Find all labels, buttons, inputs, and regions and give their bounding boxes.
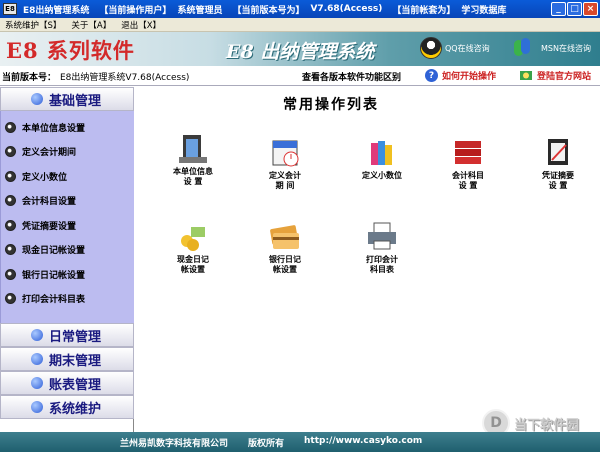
qq-consult-link[interactable]: QQ在线咨询 <box>420 37 490 59</box>
op-cash-journal[interactable]: 现金日记 帐设置 <box>157 219 229 275</box>
current-user: 系统管理员 <box>177 5 223 16</box>
msn-people-icon <box>514 37 538 59</box>
section-bullet-icon <box>31 329 43 341</box>
sidebar-item-decimal-places[interactable]: 定义小数位 <box>1 164 134 189</box>
sidebar-item-company-info[interactable]: 本单位信息设置 <box>1 115 134 140</box>
op-bank-journal[interactable]: 银行日记 帐设置 <box>249 219 321 275</box>
main-title: 常用操作列表 <box>283 97 379 113</box>
how-to-start-label: 如何开始操作 <box>442 72 497 82</box>
msn-consult-link[interactable]: MSN在线咨询 <box>514 37 591 59</box>
account-value: 学习数据库 <box>461 5 507 16</box>
bank-card-icon <box>270 225 299 249</box>
section-bullet-icon <box>31 401 43 413</box>
version-bar: 当前版本号： E8出纳管理系统V7.68(Access) 查看各版本软件功能区别… <box>0 66 600 86</box>
sidebar-section-reports[interactable]: 账表管理 <box>0 371 134 395</box>
op-voucher-summary[interactable]: 凭证摘要 设 置 <box>522 135 594 191</box>
footer-url[interactable]: http://www.casyko.com <box>304 436 422 446</box>
msn-consult-label: MSN在线咨询 <box>541 43 591 53</box>
calendar-icon <box>272 140 299 167</box>
app-icon: E8 <box>3 3 17 15</box>
sidebar-section-daily[interactable]: 日常管理 <box>0 323 134 347</box>
product-title: E8 出纳管理系统 <box>226 41 375 63</box>
section-bullet-icon <box>31 353 43 365</box>
voucher-icon <box>548 139 568 165</box>
version-label: 【当前版本号为】 <box>232 5 305 16</box>
sidebar-basic-panel: 本单位信息设置 定义会计期间 定义小数位 会计科目设置 凭证摘要设置 现金日记帐… <box>0 111 134 323</box>
globe-icon <box>520 71 532 80</box>
footer: 兰州易凯数字科技有限公司 版权所有 http://www.casyko.com <box>0 432 600 452</box>
menu-system-maintenance[interactable]: 系统维护【S】 <box>0 19 66 31</box>
current-version-label: 当前版本号： <box>2 73 57 83</box>
version-compare-link[interactable]: 查看各版本软件功能区别 <box>302 70 401 83</box>
sidebar-section-maintenance[interactable]: 系统维护 <box>0 395 134 419</box>
radio-bullet-icon <box>5 195 16 207</box>
sidebar-item-accounting-period[interactable]: 定义会计期间 <box>1 140 134 165</box>
official-site-label: 登陆官方网站 <box>537 72 592 82</box>
section-bullet-icon <box>31 93 43 105</box>
main-panel: 常用操作列表 本单位信息 设 置 定义会计 期 间 定义小数位 会计科目 设 置… <box>135 87 600 432</box>
current-user-label: 【当前操作用户】 <box>99 5 172 16</box>
sidebar-section-period-end[interactable]: 期末管理 <box>0 347 134 371</box>
minimize-button[interactable]: _ <box>551 2 566 16</box>
ledger-icon <box>455 141 481 164</box>
radio-bullet-icon <box>5 268 16 280</box>
sidebar-item-voucher-summary[interactable]: 凭证摘要设置 <box>1 213 134 238</box>
menu-about[interactable]: 关于【A】 <box>66 19 116 31</box>
op-company-info[interactable]: 本单位信息 设 置 <box>157 131 229 187</box>
window-title: E8出纳管理系统 <box>23 5 90 16</box>
section-bullet-icon <box>31 377 43 389</box>
op-accounting-period[interactable]: 定义会计 期 间 <box>249 135 321 191</box>
menu-bar: 系统维护【S】 关于【A】 退出【X】 <box>0 18 600 32</box>
how-to-start-link[interactable]: ? 如何开始操作 <box>425 69 496 82</box>
sidebar-item-print-subjects[interactable]: 打印会计科目表 <box>1 287 134 312</box>
menu-exit[interactable]: 退出【X】 <box>116 19 166 31</box>
op-decimal-places[interactable]: 定义小数位 <box>346 135 418 181</box>
official-site-link[interactable]: 登陆官方网站 <box>519 69 591 82</box>
company-info-icon <box>179 135 207 163</box>
radio-bullet-icon <box>5 244 16 256</box>
window-controls: _ □ × <box>551 2 598 16</box>
qq-consult-label: QQ在线咨询 <box>445 43 490 53</box>
radio-bullet-icon <box>5 121 16 133</box>
sidebar-item-cash-journal[interactable]: 现金日记帐设置 <box>1 238 134 263</box>
account-label: 【当前帐套为】 <box>392 5 456 16</box>
sidebar: 基础管理 本单位信息设置 定义会计期间 定义小数位 会计科目设置 凭证摘要设置 … <box>0 87 134 432</box>
help-icon: ? <box>425 69 438 82</box>
brand-title: E8 系列软件 <box>6 38 135 63</box>
watermark-text: 当下软件园 <box>514 417 580 433</box>
current-version-value: E8出纳管理系统V7.68(Access) <box>60 73 190 83</box>
maximize-button[interactable]: □ <box>567 2 582 16</box>
sidebar-section-basic[interactable]: 基础管理 <box>0 87 134 111</box>
op-print-subjects[interactable]: 打印会计 科目表 <box>346 219 418 275</box>
sidebar-item-bank-journal[interactable]: 银行日记帐设置 <box>1 262 134 287</box>
radio-bullet-icon <box>5 219 16 231</box>
radio-bullet-icon <box>5 293 16 305</box>
cash-icon <box>181 227 205 251</box>
version-value: V7.68(Access) <box>310 4 383 14</box>
footer-company: 兰州易凯数字科技有限公司 <box>120 439 229 449</box>
books-icon <box>371 141 392 165</box>
radio-bullet-icon <box>5 146 16 158</box>
op-account-subjects[interactable]: 会计科目 设 置 <box>432 135 504 191</box>
title-bar: E8 E8出纳管理系统 【当前操作用户】 系统管理员 【当前版本号为】 V7.6… <box>0 0 600 18</box>
banner: E8 系列软件 E8 出纳管理系统 QQ在线咨询 MSN在线咨询 <box>0 32 600 66</box>
sidebar-item-account-subjects[interactable]: 会计科目设置 <box>1 189 134 214</box>
radio-bullet-icon <box>5 170 16 182</box>
qq-penguin-icon <box>420 37 442 59</box>
close-button[interactable]: × <box>583 2 598 16</box>
footer-rights: 版权所有 <box>248 439 285 449</box>
printer-icon <box>368 222 396 250</box>
